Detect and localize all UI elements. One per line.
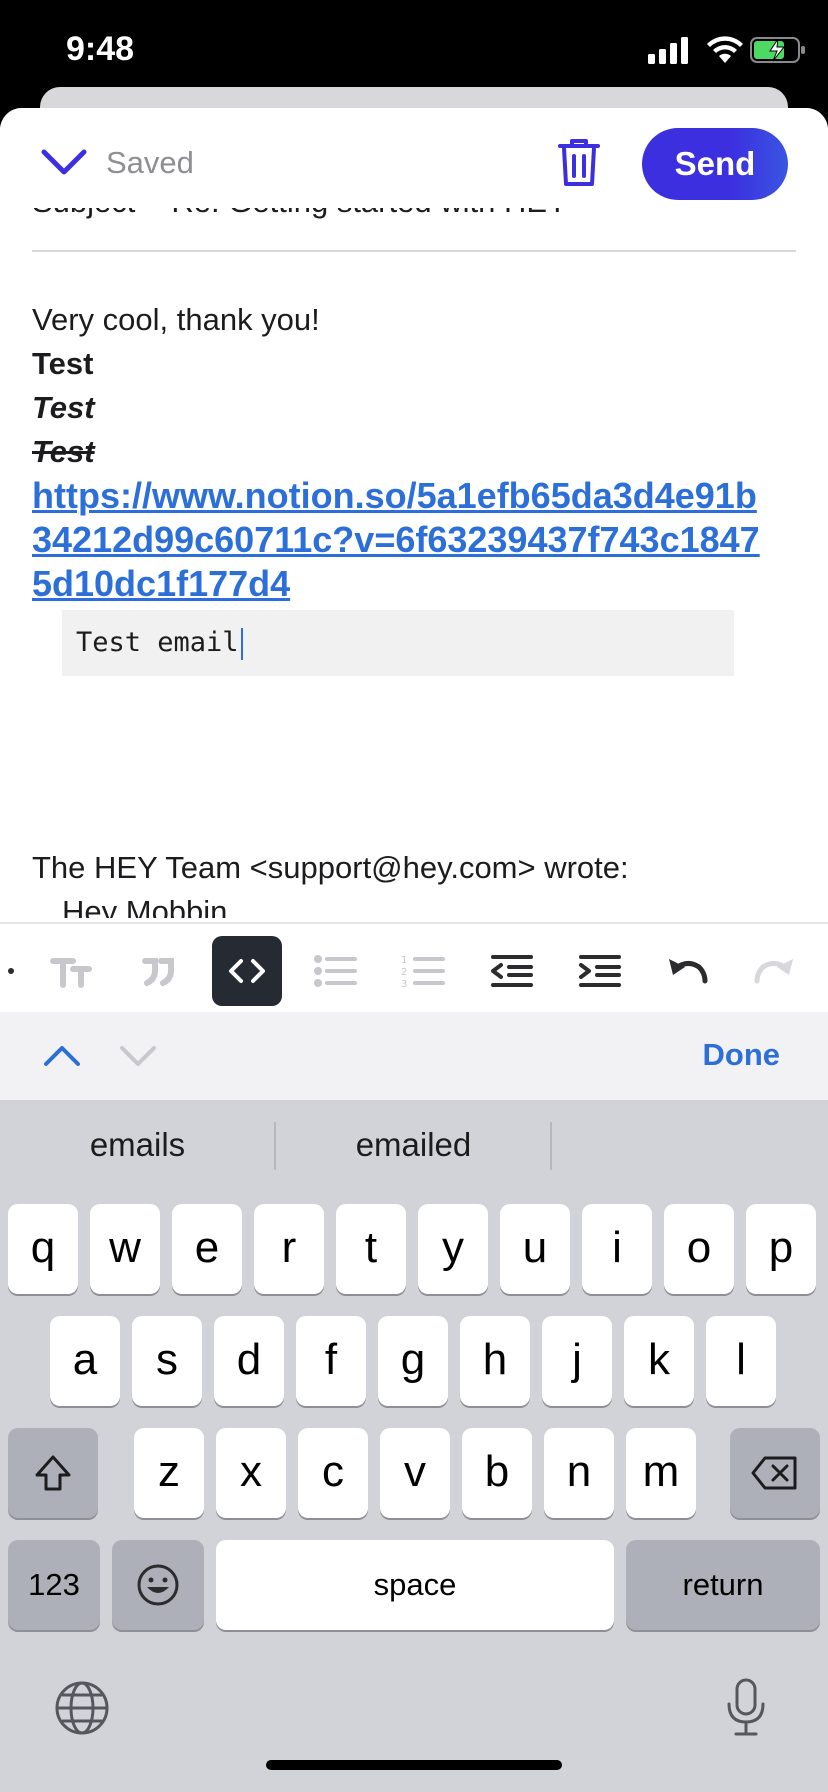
body-line-text: Very cool, thank you! — [32, 302, 320, 337]
suggestion-bar: emails emailed — [0, 1100, 828, 1190]
emoji-icon — [137, 1564, 179, 1606]
space-key[interactable]: space — [216, 1540, 614, 1630]
wifi-icon — [707, 36, 743, 63]
quote-line: Hey Mobbin, — [62, 894, 237, 918]
compose-topbar: Saved Send — [0, 108, 828, 208]
key-n[interactable]: n — [544, 1428, 614, 1518]
key-f[interactable]: f — [296, 1316, 366, 1406]
svg-text:3: 3 — [401, 979, 407, 989]
key-k[interactable]: k — [624, 1316, 694, 1406]
key-s[interactable]: s — [132, 1316, 202, 1406]
text-size-icon[interactable] — [36, 936, 106, 1006]
body-line-bold: Test — [32, 346, 94, 381]
body-line-italic: Test — [32, 390, 95, 425]
outdent-icon[interactable] — [476, 936, 546, 1006]
key-c[interactable]: c — [298, 1428, 368, 1518]
key-a[interactable]: a — [50, 1316, 120, 1406]
chevron-down-icon[interactable] — [36, 142, 92, 182]
cellular-signal-icon — [648, 37, 688, 64]
svg-text:1: 1 — [401, 955, 407, 966]
body-line-strikethrough: Test — [32, 434, 95, 469]
done-button[interactable]: Done — [697, 1036, 787, 1074]
status-bar: 9:48 — [0, 0, 828, 100]
key-p[interactable]: p — [746, 1204, 816, 1294]
divider — [550, 1122, 552, 1170]
keyboard: emails emailed qwertyuiop asdfghjkl zxcvbn… — [0, 1100, 828, 1792]
quote-header: The HEY Team <support@hey.com> wrote: — [32, 850, 629, 885]
key-d[interactable]: d — [214, 1316, 284, 1406]
key-i[interactable]: i — [582, 1204, 652, 1294]
bullet-list-icon[interactable] — [300, 936, 370, 1006]
numbered-list-icon[interactable]: 123 — [388, 936, 458, 1006]
body-link[interactable]: https://www.notion.so/5a1efb65da3d4e91b3… — [32, 474, 762, 606]
divider — [32, 250, 796, 252]
quote-icon[interactable] — [124, 936, 194, 1006]
key-t[interactable]: t — [336, 1204, 406, 1294]
key-o[interactable]: o — [664, 1204, 734, 1294]
format-toolbar: 123 — [0, 922, 828, 1014]
key-b[interactable]: b — [462, 1428, 532, 1518]
svg-text:2: 2 — [401, 967, 407, 978]
key-j[interactable]: j — [542, 1316, 612, 1406]
suggestion-item[interactable]: emailed — [276, 1120, 551, 1170]
message-body[interactable]: Very cool, thank you! Test Test Test htt… — [32, 298, 802, 676]
key-e[interactable]: e — [172, 1204, 242, 1294]
numbers-key[interactable]: 123 — [8, 1540, 100, 1630]
key-x[interactable]: x — [216, 1428, 286, 1518]
send-button[interactable]: Send — [642, 128, 788, 200]
key-q[interactable]: q — [8, 1204, 78, 1294]
shift-key[interactable] — [8, 1428, 98, 1518]
saved-status: Saved — [106, 145, 194, 180]
key-g[interactable]: g — [378, 1316, 448, 1406]
undo-icon[interactable] — [652, 936, 722, 1006]
redo-icon[interactable] — [740, 936, 810, 1006]
globe-icon[interactable] — [54, 1680, 110, 1736]
key-u[interactable]: u — [500, 1204, 570, 1294]
key-w[interactable]: w — [90, 1204, 160, 1294]
chevron-down-icon[interactable] — [118, 1036, 158, 1076]
subject-row[interactable]: SubjectRe: Getting started with HEY — [32, 204, 796, 244]
key-v[interactable]: v — [380, 1428, 450, 1518]
key-h[interactable]: h — [460, 1316, 530, 1406]
keyboard-accessory-bar: Done — [0, 1012, 828, 1100]
shift-icon — [35, 1455, 71, 1491]
backspace-icon — [751, 1456, 797, 1490]
code-block[interactable]: Test email — [62, 610, 734, 676]
text-cursor — [240, 627, 243, 660]
status-time: 9:48 — [66, 30, 135, 68]
trash-icon[interactable] — [552, 136, 606, 188]
code-icon[interactable] — [212, 936, 282, 1006]
suggestion-item[interactable]: emails — [0, 1120, 275, 1170]
key-l[interactable]: l — [706, 1316, 776, 1406]
microphone-icon[interactable] — [724, 1678, 768, 1738]
format-clipped-icon[interactable] — [0, 936, 30, 1006]
indent-icon[interactable] — [564, 936, 634, 1006]
home-indicator — [266, 1760, 562, 1770]
emoji-key[interactable] — [112, 1540, 204, 1630]
key-y[interactable]: y — [418, 1204, 488, 1294]
status-icons — [618, 36, 805, 68]
chevron-up-icon[interactable] — [42, 1036, 82, 1076]
code-text: Test email — [76, 627, 239, 658]
backspace-key[interactable] — [730, 1428, 820, 1518]
return-key[interactable]: return — [626, 1540, 820, 1630]
key-z[interactable]: z — [134, 1428, 204, 1518]
key-m[interactable]: m — [626, 1428, 696, 1518]
key-r[interactable]: r — [254, 1204, 324, 1294]
battery-charging-icon — [750, 37, 805, 63]
